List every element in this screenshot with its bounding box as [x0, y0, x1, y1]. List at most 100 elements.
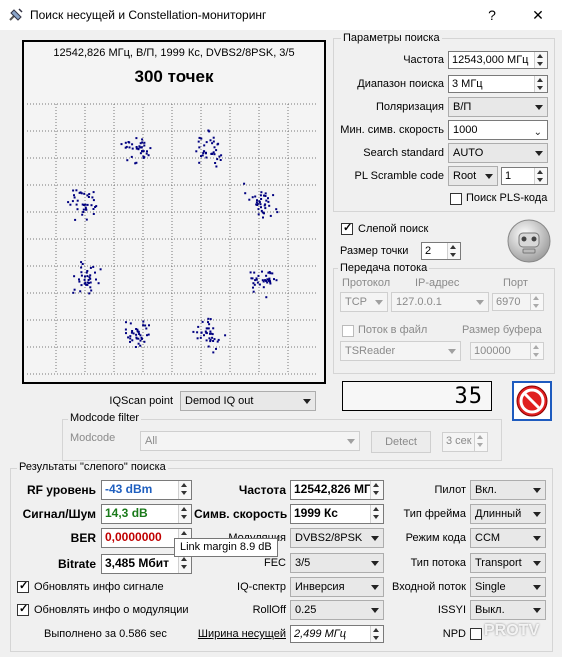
constellation-point: [261, 270, 263, 273]
npd-label: NPD: [442, 628, 466, 640]
constellation-point: [81, 263, 84, 265]
detect-time-spinner[interactable]: [474, 433, 487, 451]
iq-select[interactable]: Инверсия: [290, 577, 384, 597]
freq-spinner[interactable]: [370, 481, 383, 499]
code-mode-select[interactable]: CCM: [470, 528, 546, 548]
pls-code-spinner[interactable]: [534, 168, 547, 184]
snr-spinner[interactable]: [178, 505, 191, 523]
constellation-point: [125, 332, 127, 335]
fec-select[interactable]: 3/5: [290, 553, 384, 573]
constellation-point: [209, 139, 212, 142]
range-value: 3 МГц: [452, 78, 483, 90]
constellation-point: [139, 142, 142, 145]
buffer-spinner[interactable]: [530, 343, 543, 359]
constellation-point: [90, 204, 93, 207]
constellation-point: [260, 198, 263, 200]
constellation-panel: 12542,826 МГц, В/П, 1999 Кс, DVBS2/8PSK,…: [22, 40, 326, 384]
update-mod-checkbox[interactable]: ✓: [17, 603, 29, 616]
constellation-point: [143, 144, 146, 147]
port-spinner[interactable]: [530, 294, 543, 310]
port-input[interactable]: 6970: [492, 293, 544, 311]
constellation-point: [256, 281, 259, 284]
buffer-input[interactable]: 100000: [470, 342, 544, 360]
constellation-point: [212, 151, 215, 154]
help-button[interactable]: ?: [472, 4, 512, 26]
constellation-point: [266, 278, 269, 281]
standard-select[interactable]: AUTO: [448, 143, 548, 163]
pilot-select[interactable]: Вкл.: [470, 480, 546, 500]
min-sr-select[interactable]: 1000 ⌄: [448, 120, 548, 140]
constellation-point: [261, 279, 264, 282]
sr-spinner[interactable]: [370, 505, 383, 523]
range-spinner[interactable]: [534, 76, 547, 92]
pls-search-checkbox[interactable]: [450, 193, 462, 205]
constellation-point: [205, 331, 208, 334]
constellation-point: [73, 275, 76, 278]
point-size-input[interactable]: 2: [421, 242, 461, 260]
pls-code-input[interactable]: 1: [501, 167, 548, 185]
issyi-select[interactable]: Выкл.: [470, 600, 546, 620]
detect-time-value: 3 сек: [446, 435, 472, 447]
rolloff-select[interactable]: 0.25: [290, 600, 384, 620]
dropdown-arrow-icon: [347, 439, 355, 444]
sr-label: Симв. скорость: [194, 507, 288, 521]
frame-select[interactable]: Длинный: [470, 504, 546, 524]
constellation-point: [86, 203, 89, 206]
blind-search-checkbox[interactable]: ✓: [341, 222, 353, 235]
update-signal-checkbox[interactable]: ✓: [17, 580, 29, 593]
modulation-value: DVBS2/8PSK: [295, 532, 363, 544]
dropdown-arrow-icon: [535, 151, 543, 156]
iq-label: IQ-спектр: [237, 581, 286, 593]
pls-mode-select[interactable]: Root: [448, 166, 498, 186]
constellation-point: [92, 208, 95, 210]
constellation-point: [130, 155, 133, 158]
constellation-point: [124, 328, 127, 331]
modulation-select[interactable]: DVBS2/8PSK: [290, 528, 384, 548]
frame-label: Тип фрейма: [403, 508, 466, 520]
npd-checkbox[interactable]: [470, 628, 482, 640]
constellation-point: [142, 320, 145, 323]
frequency-input[interactable]: 12543,000 МГц: [448, 51, 548, 69]
constellation-point: [271, 272, 274, 275]
constellation-point: [211, 142, 214, 145]
freq-value: 12542,826 МГ: [294, 482, 371, 496]
ber-label: BER: [70, 531, 96, 545]
protocol-select[interactable]: TCP: [340, 292, 388, 312]
constellation-point: [262, 216, 264, 219]
point-size-value: 2: [425, 245, 432, 257]
constellation-point: [199, 336, 202, 339]
search-params-title: Параметры поиска: [341, 32, 442, 44]
input-stream-select[interactable]: Single: [470, 577, 546, 597]
close-button[interactable]: ✕: [518, 4, 558, 26]
stream-file-checkbox[interactable]: [342, 325, 354, 337]
protocol-label: Протокол: [342, 277, 391, 289]
detect-time-input[interactable]: 3 сек: [442, 432, 488, 452]
bitrate-spinner[interactable]: [178, 555, 191, 573]
constellation-point: [203, 334, 205, 337]
constellation-point: [73, 196, 76, 199]
constellation-point: [85, 208, 87, 211]
frequency-spinner[interactable]: [534, 52, 547, 68]
bandwidth-link[interactable]: Ширина несущей: [194, 628, 286, 640]
point-size-spinner[interactable]: [447, 243, 460, 259]
modcode-select[interactable]: All: [140, 431, 360, 451]
stream-type-select[interactable]: Transport: [470, 553, 546, 573]
constellation-point: [212, 351, 215, 354]
bandwidth-value: 2,499 МГц: [294, 628, 347, 640]
iqscan-select[interactable]: Demod IQ out: [180, 391, 316, 411]
rf-spinner[interactable]: [178, 481, 191, 499]
constellation-point: [267, 200, 270, 203]
constellation-point: [89, 274, 92, 277]
polarization-select[interactable]: В/П: [448, 97, 548, 117]
constellation-point: [135, 333, 138, 336]
bandwidth-spinner[interactable]: [370, 626, 383, 642]
stop-button[interactable]: [512, 381, 552, 421]
constellation-point: [99, 268, 102, 271]
elapsed-label: Выполнено за 0.586 sec: [44, 628, 167, 640]
range-input[interactable]: 3 МГц: [448, 75, 548, 93]
detect-button[interactable]: Detect: [371, 431, 431, 453]
constellation-point: [207, 129, 210, 132]
ip-select[interactable]: 127.0.0.1: [391, 292, 489, 312]
constellation-point: [144, 324, 147, 327]
reader-select[interactable]: TSReader: [340, 341, 461, 361]
